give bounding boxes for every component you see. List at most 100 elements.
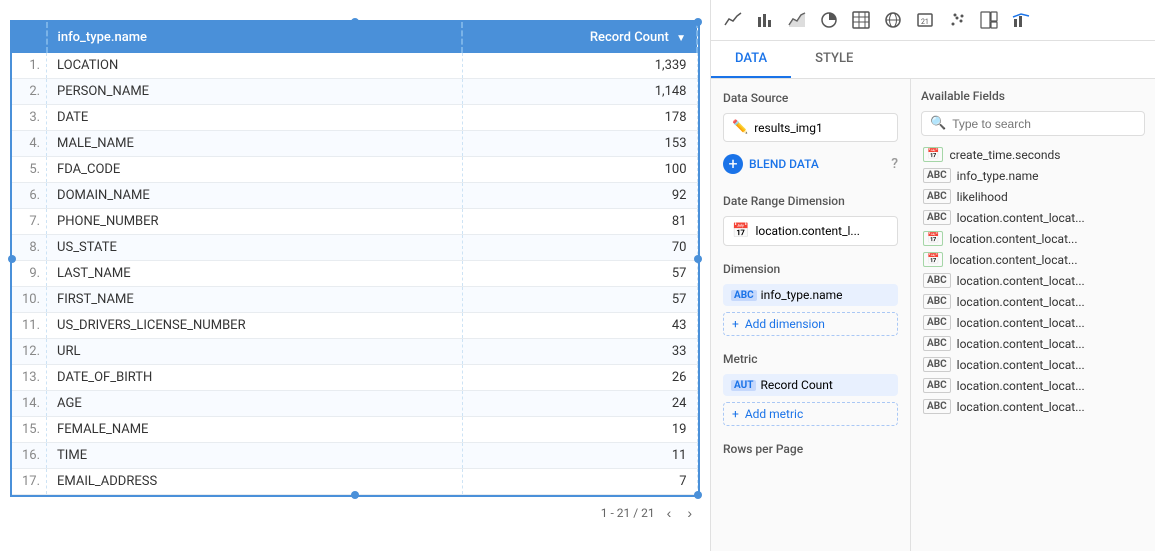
field-item[interactable]: ABC info_type.name xyxy=(921,165,1145,186)
cell-record-count: 11 xyxy=(462,443,697,469)
resize-handle-left[interactable] xyxy=(8,255,16,263)
field-type-icon: 📅 xyxy=(923,147,943,162)
area-chart-icon[interactable] xyxy=(783,6,811,34)
metric-label: Metric xyxy=(723,352,898,366)
cell-info-type: US_STATE xyxy=(47,235,463,261)
scatter-chart-icon[interactable] xyxy=(943,6,971,34)
cell-record-count: 57 xyxy=(462,261,697,287)
table-row: 3. DATE 178 xyxy=(12,105,697,131)
dimension-label: Dimension xyxy=(723,262,898,276)
col-header-rownum xyxy=(12,22,47,53)
field-name: location.content_locat... xyxy=(957,211,1085,225)
field-type-icon: 📅 xyxy=(923,252,943,267)
field-type-icon: ABC xyxy=(923,399,951,414)
field-name: location.content_locat... xyxy=(957,274,1085,288)
field-type-icon: ABC xyxy=(923,294,951,309)
cell-record-count: 33 xyxy=(462,339,697,365)
blend-plus-icon: + xyxy=(723,154,743,174)
dimension-chip[interactable]: ABC info_type.name xyxy=(723,284,898,306)
field-item[interactable]: 📅 location.content_locat... xyxy=(921,228,1145,249)
table-row: 1. LOCATION 1,339 xyxy=(12,53,697,79)
treemap-icon[interactable] xyxy=(975,6,1003,34)
date-range-row[interactable]: 📅 location.content_l... xyxy=(723,216,898,246)
field-item[interactable]: ABC location.content_locat... xyxy=(921,354,1145,375)
cell-row-num: 2. xyxy=(12,79,47,105)
add-dimension-button[interactable]: + Add dimension xyxy=(723,312,898,336)
combo-chart-icon[interactable] xyxy=(1007,6,1035,34)
table-row: 4. MALE_NAME 153 xyxy=(12,131,697,157)
pie-chart-icon[interactable] xyxy=(815,6,843,34)
tab-data[interactable]: DATA xyxy=(711,41,791,78)
svg-text:21: 21 xyxy=(921,18,929,26)
blend-data-button[interactable]: + BLEND DATA ? xyxy=(723,150,898,178)
cell-info-type: DOMAIN_NAME xyxy=(47,183,463,209)
cell-record-count: 178 xyxy=(462,105,697,131)
table-row: 11. US_DRIVERS_LICENSE_NUMBER 43 xyxy=(12,313,697,339)
sort-icon: ▼ xyxy=(676,33,686,44)
field-item[interactable]: ABC likelihood xyxy=(921,186,1145,207)
tab-style[interactable]: STYLE xyxy=(791,41,877,78)
cell-record-count: 43 xyxy=(462,313,697,339)
cell-row-num: 14. xyxy=(12,391,47,417)
line-chart-icon[interactable] xyxy=(719,6,747,34)
field-type-icon: 📅 xyxy=(923,231,943,246)
cell-row-num: 4. xyxy=(12,131,47,157)
cell-row-num: 7. xyxy=(12,209,47,235)
field-item[interactable]: 📅 create_time.seconds xyxy=(921,144,1145,165)
bar-chart-icon[interactable] xyxy=(751,6,779,34)
cell-row-num: 13. xyxy=(12,365,47,391)
cell-info-type: AGE xyxy=(47,391,463,417)
cell-row-num: 8. xyxy=(12,235,47,261)
cell-info-type: PHONE_NUMBER xyxy=(47,209,463,235)
panel-tabs: DATA STYLE xyxy=(711,41,1155,79)
field-item[interactable]: ABC location.content_locat... xyxy=(921,291,1145,312)
search-input[interactable] xyxy=(952,117,1136,131)
date-range-label: Date Range Dimension xyxy=(723,194,898,208)
data-source-row[interactable]: ✏️ results_img1 xyxy=(723,113,898,142)
cell-row-num: 9. xyxy=(12,261,47,287)
metric-chip[interactable]: AUT Record Count xyxy=(723,374,898,396)
cell-record-count: 26 xyxy=(462,365,697,391)
field-item[interactable]: ABC location.content_locat... xyxy=(921,312,1145,333)
field-item[interactable]: ABC location.content_locat... xyxy=(921,396,1145,417)
resize-handle-right[interactable] xyxy=(694,255,702,263)
field-item[interactable]: ABC location.content_locat... xyxy=(921,270,1145,291)
cell-row-num: 15. xyxy=(12,417,47,443)
cell-row-num: 3. xyxy=(12,105,47,131)
add-metric-button[interactable]: + Add metric xyxy=(723,402,898,426)
table-area: info_type.name Record Count ▼ 1. LOCATIO… xyxy=(0,0,710,551)
field-name: create_time.seconds xyxy=(949,148,1060,162)
field-type-icon: ABC xyxy=(923,315,951,330)
abc-icon: ABC xyxy=(731,290,757,301)
table-chart-icon[interactable] xyxy=(847,6,875,34)
dimension-value: info_type.name xyxy=(761,288,843,302)
blend-label: BLEND DATA xyxy=(749,157,819,171)
field-item[interactable]: 📅 location.content_locat... xyxy=(921,249,1145,270)
cell-info-type: EMAIL_ADDRESS xyxy=(47,469,463,495)
geo-chart-icon[interactable] xyxy=(879,6,907,34)
field-search-box[interactable]: 🔍 xyxy=(921,111,1145,136)
field-item[interactable]: ABC location.content_locat... xyxy=(921,207,1145,228)
table-row: 2. PERSON_NAME 1,148 xyxy=(12,79,697,105)
resize-handle-bottom-right[interactable] xyxy=(694,491,702,499)
table-container: info_type.name Record Count ▼ 1. LOCATIO… xyxy=(10,20,700,497)
cell-info-type: US_DRIVERS_LICENSE_NUMBER xyxy=(47,313,463,339)
field-item[interactable]: ABC location.content_locat... xyxy=(921,375,1145,396)
cell-record-count: 7 xyxy=(462,469,697,495)
aut-icon: AUT xyxy=(731,380,756,391)
next-page-button[interactable]: › xyxy=(683,503,696,523)
cell-record-count: 81 xyxy=(462,209,697,235)
resize-handle-top-left[interactable] xyxy=(351,18,359,26)
table-body: 1. LOCATION 1,339 2. PERSON_NAME 1,148 3… xyxy=(12,53,697,495)
cell-row-num: 1. xyxy=(12,53,47,79)
cell-row-num: 16. xyxy=(12,443,47,469)
scorecard-icon[interactable]: 21 xyxy=(911,6,939,34)
prev-page-button[interactable]: ‹ xyxy=(663,503,676,523)
resize-handle-top-right[interactable] xyxy=(694,18,702,26)
add-metric-label: Add metric xyxy=(745,407,803,421)
cell-record-count: 70 xyxy=(462,235,697,261)
field-item[interactable]: ABC location.content_locat... xyxy=(921,333,1145,354)
resize-handle-bottom-left[interactable] xyxy=(351,491,359,499)
field-name: location.content_locat... xyxy=(957,400,1085,414)
cell-info-type: LOCATION xyxy=(47,53,463,79)
